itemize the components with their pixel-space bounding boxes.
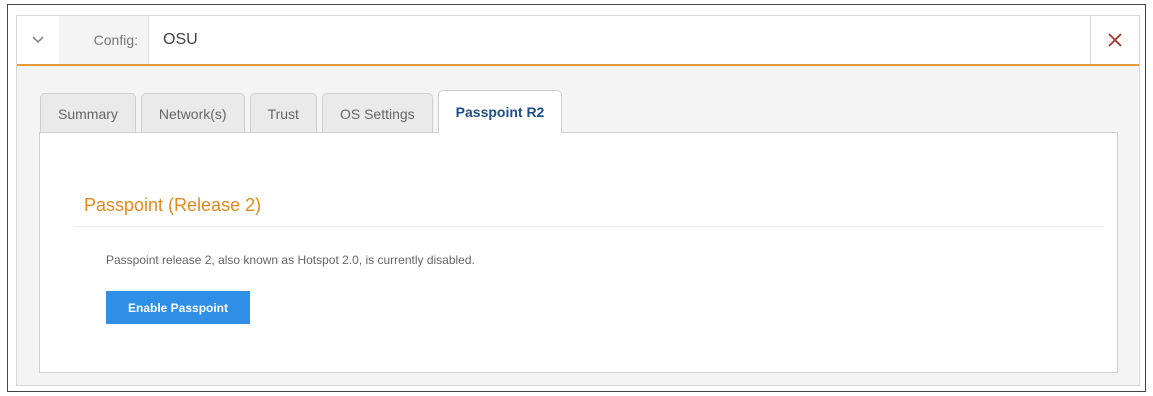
tab-trust[interactable]: Trust	[249, 93, 317, 133]
window-frame: Config: OSU Summary Network(s) Trust OS …	[7, 4, 1146, 392]
tab-bar: Summary Network(s) Trust OS Settings Pas…	[40, 90, 567, 133]
collapse-toggle[interactable]	[17, 16, 59, 64]
tab-networks[interactable]: Network(s)	[140, 93, 245, 133]
status-description: Passpoint release 2, also known as Hotsp…	[106, 253, 475, 267]
tab-passpoint-r2[interactable]: Passpoint R2	[437, 90, 563, 133]
config-name: OSU	[163, 31, 198, 48]
section-title: Passpoint (Release 2)	[84, 195, 262, 215]
config-panel: Config: OSU Summary Network(s) Trust OS …	[16, 15, 1140, 386]
chevron-down-icon	[32, 36, 44, 44]
config-label: Config:	[59, 16, 149, 64]
config-header: Config: OSU	[17, 16, 1139, 66]
close-icon	[1108, 33, 1122, 47]
enable-passpoint-button[interactable]: Enable Passpoint	[106, 291, 250, 324]
tab-os-settings[interactable]: OS Settings	[321, 93, 433, 133]
section-divider	[74, 226, 1104, 227]
tab-summary[interactable]: Summary	[40, 93, 136, 133]
tab-content: Passpoint (Release 2) Passpoint release …	[39, 132, 1118, 373]
close-button[interactable]	[1090, 16, 1139, 64]
